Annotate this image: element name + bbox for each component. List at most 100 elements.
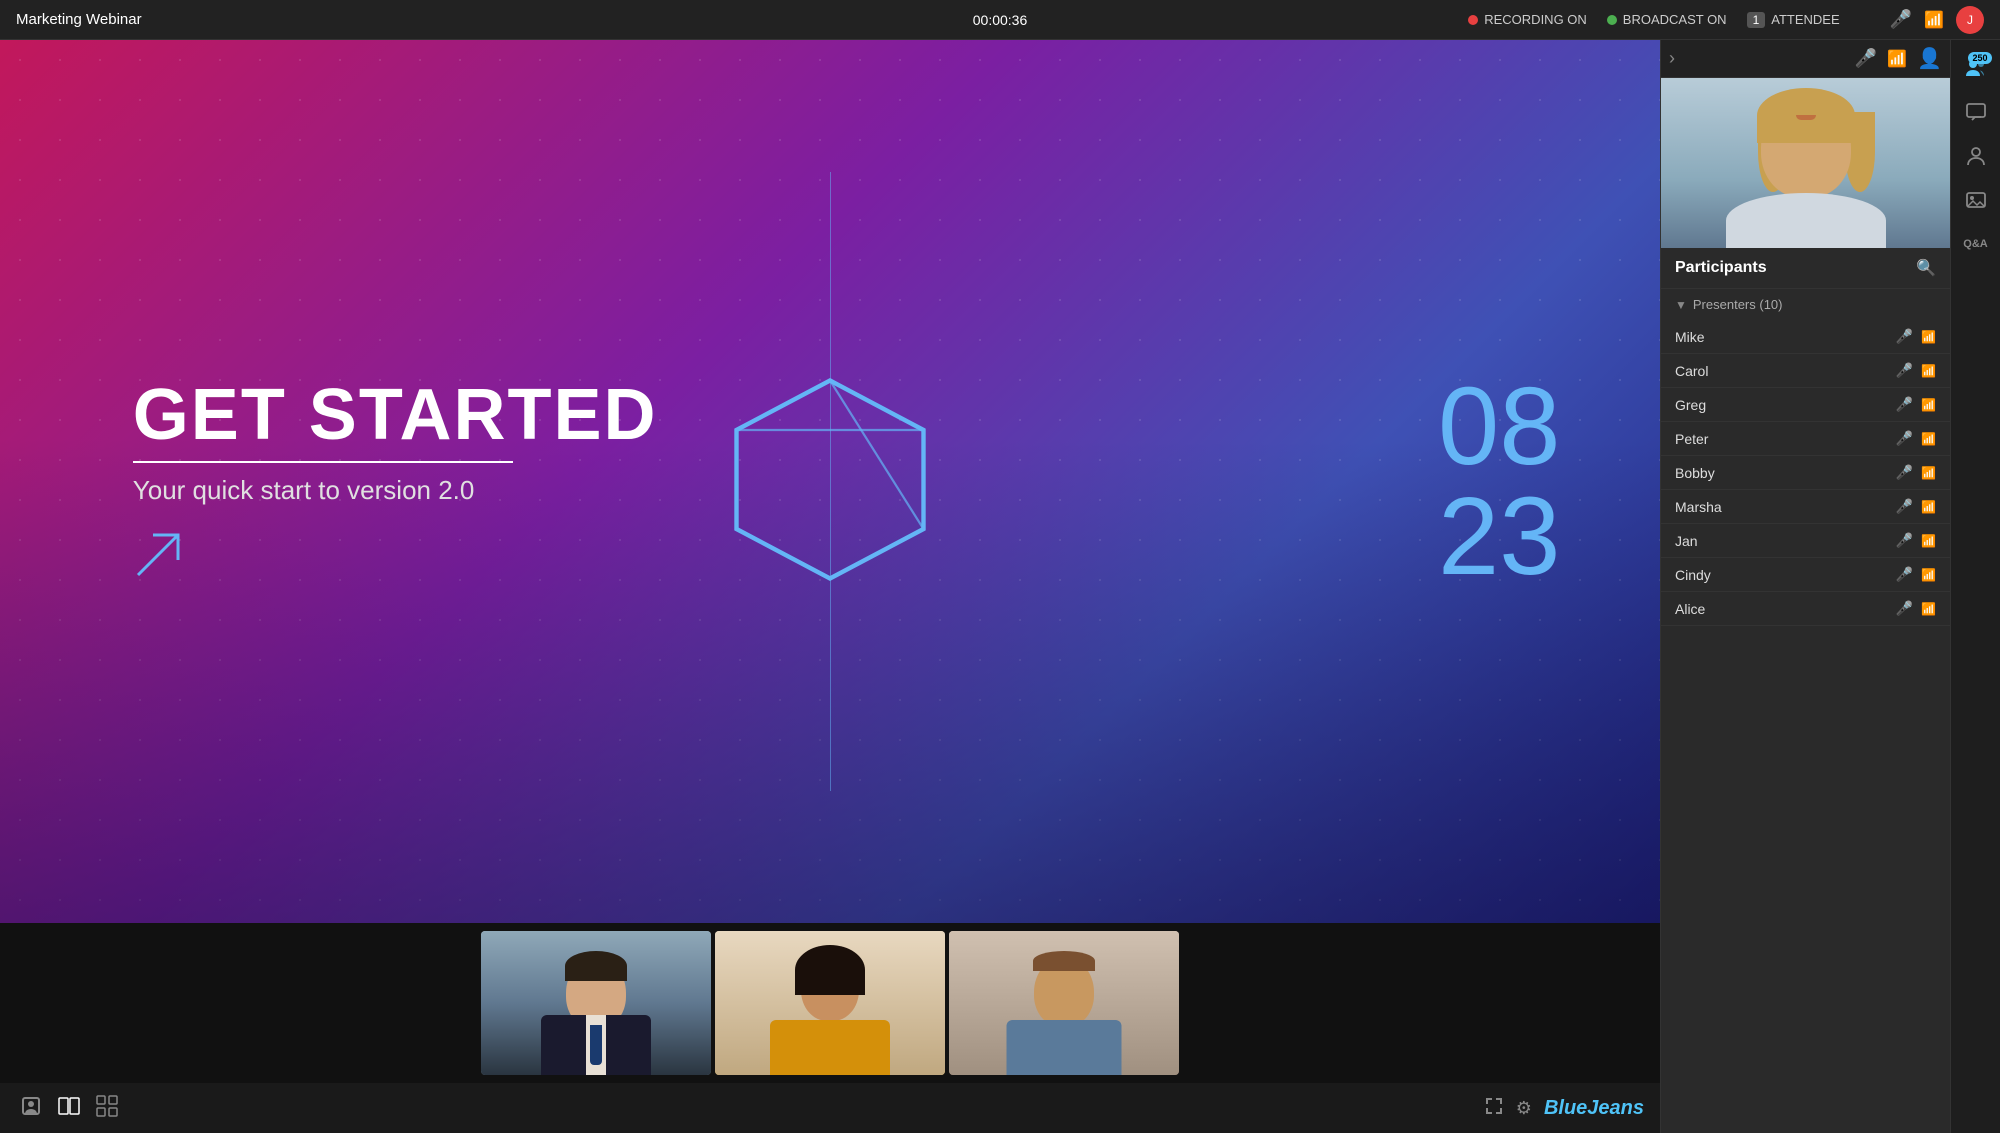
broadcast-dot <box>1607 15 1617 25</box>
view-mode-icons <box>16 1091 122 1126</box>
thumbnail-person-2[interactable] <box>715 931 945 1075</box>
participant-greg-mic-icon: 🎤 <box>1896 396 1913 413</box>
participant-name-marsha: Marsha <box>1675 499 1888 515</box>
sidebar-top-row: › 🎤 📶 👤 <box>1661 40 1950 78</box>
slide-main-title: GET STARTED <box>133 379 658 451</box>
participant-mike-signal-icon: 📶 <box>1921 330 1936 344</box>
user-avatar: J <box>1956 6 1984 34</box>
participant-carol-signal-icon: 📶 <box>1921 364 1936 378</box>
webinar-title: Marketing Webinar <box>16 11 142 28</box>
participant-peter-signal-icon: 📶 <box>1921 432 1936 446</box>
signal-icon: 📶 <box>1924 10 1944 30</box>
top-bar: Marketing Webinar 00:00:36 RECORDING ON … <box>0 0 2000 40</box>
grid-view-icon[interactable] <box>92 1091 122 1126</box>
participant-marsha-signal-icon: 📶 <box>1921 500 1936 514</box>
participant-name-alice: Alice <box>1675 601 1888 617</box>
qa-label: Q&A <box>1963 238 1987 250</box>
sidebar-person-icon[interactable]: 👤 <box>1917 46 1942 71</box>
participant-name-carol: Carol <box>1675 363 1888 379</box>
participant-name-mike: Mike <box>1675 329 1888 345</box>
presenters-group-header[interactable]: ▼ Presenters (10) <box>1661 289 1950 320</box>
fullscreen-button[interactable] <box>1484 1096 1504 1121</box>
right-sidebar: › 🎤 📶 👤 <box>1660 40 1950 1133</box>
participants-search-icon[interactable]: 🔍 <box>1916 258 1936 278</box>
presenters-chevron-icon: ▼ <box>1675 298 1687 312</box>
presenters-group-label: Presenters (10) <box>1693 297 1783 312</box>
slide-arrow-icon <box>133 530 183 580</box>
presenters-group: ▼ Presenters (10) Mike 🎤 📶 Carol 🎤 📶 Gre… <box>1661 289 1950 1133</box>
jan-video-thumbnail <box>1661 78 1950 248</box>
session-timer: 00:00:36 <box>973 12 1028 28</box>
attendee-label: ATTENDEE <box>1771 12 1839 27</box>
participant-greg-signal-icon: 📶 <box>1921 398 1936 412</box>
thumbnail-person-1[interactable] <box>481 931 711 1075</box>
participant-jan-mic-icon: 🎤 <box>1896 532 1913 549</box>
slide-background: GET STARTED Your quick start to version … <box>0 40 1660 923</box>
participant-row-alice[interactable]: Alice 🎤 📶 <box>1661 592 1950 626</box>
settings-button[interactable]: ⚙ <box>1516 1098 1532 1119</box>
nav-attendees-button[interactable]: 250 <box>1958 50 1994 86</box>
participant-name-peter: Peter <box>1675 431 1888 447</box>
sidebar-collapse-button[interactable]: › <box>1669 48 1675 69</box>
participant-jan-signal-icon: 📶 <box>1921 534 1936 548</box>
recording-label: RECORDING ON <box>1484 12 1587 27</box>
mic-mute-icon[interactable]: 🎤 <box>1890 9 1912 30</box>
slide-number-2: 23 <box>1438 482 1560 592</box>
participant-carol-mic-icon: 🎤 <box>1896 362 1913 379</box>
slide-number-1: 08 <box>1438 372 1560 482</box>
participant-row-mike[interactable]: Mike 🎤 📶 <box>1661 320 1950 354</box>
two-view-icon[interactable] <box>54 1091 84 1126</box>
participant-bobby-signal-icon: 📶 <box>1921 466 1936 480</box>
broadcast-label: BROADCAST ON <box>1623 12 1727 27</box>
participant-cindy-mic-icon: 🎤 <box>1896 566 1913 583</box>
participant-marsha-mic-icon: 🎤 <box>1896 498 1913 515</box>
participant-row-carol[interactable]: Carol 🎤 📶 <box>1661 354 1950 388</box>
participants-panel-header: Participants 🔍 <box>1661 248 1950 289</box>
top-bar-controls: 🎤 📶 J <box>1890 6 1984 34</box>
attendees-badge: 250 <box>1968 52 1991 64</box>
participant-name-greg: Greg <box>1675 397 1888 413</box>
broadcast-indicator: BROADCAST ON <box>1607 12 1727 27</box>
thumbnails-bar <box>0 923 1660 1083</box>
attendee-number: 1 <box>1747 12 1766 28</box>
single-view-icon[interactable] <box>16 1091 46 1126</box>
participant-row-marsha[interactable]: Marsha 🎤 📶 <box>1661 490 1950 524</box>
participant-row-jan[interactable]: Jan 🎤 📶 <box>1661 524 1950 558</box>
nav-qa-button[interactable]: Q&A <box>1958 226 1994 262</box>
content-area: GET STARTED Your quick start to version … <box>0 40 1660 1133</box>
slide-divider <box>133 461 513 463</box>
hexagon-icon <box>720 369 940 589</box>
thumbnail-person-3[interactable] <box>949 931 1179 1075</box>
presentation-area: GET STARTED Your quick start to version … <box>0 40 1660 923</box>
slide-subtitle: Your quick start to version 2.0 <box>133 475 658 506</box>
participant-cindy-signal-icon: 📶 <box>1921 568 1936 582</box>
status-indicators: RECORDING ON BROADCAST ON 1 ATTENDEE <box>1468 12 1839 28</box>
nav-chat-button[interactable] <box>1958 94 1994 130</box>
participants-title: Participants <box>1675 259 1767 277</box>
slide-numbers: 08 23 <box>1438 372 1560 592</box>
slide-text-content: GET STARTED Your quick start to version … <box>133 379 658 585</box>
main-layout: GET STARTED Your quick start to version … <box>0 40 2000 1133</box>
participant-alice-mic-icon: 🎤 <box>1896 600 1913 617</box>
sidebar-signal-icon: 📶 <box>1887 49 1907 69</box>
nav-media-button[interactable] <box>1958 182 1994 218</box>
bottom-right-controls: ⚙ BlueJeans <box>1484 1096 1644 1121</box>
participant-row-greg[interactable]: Greg 🎤 📶 <box>1661 388 1950 422</box>
participant-name-bobby: Bobby <box>1675 465 1888 481</box>
participant-row-peter[interactable]: Peter 🎤 📶 <box>1661 422 1950 456</box>
bottom-controls-bar: ⚙ BlueJeans <box>0 1083 1660 1133</box>
participant-name-jan: Jan <box>1675 533 1888 549</box>
sidebar-top-icons: 🎤 📶 👤 <box>1855 46 1942 71</box>
participant-alice-signal-icon: 📶 <box>1921 602 1936 616</box>
participant-mike-mic-icon: 🎤 <box>1896 328 1913 345</box>
participant-row-bobby[interactable]: Bobby 🎤 📶 <box>1661 456 1950 490</box>
nav-participants-button[interactable] <box>1958 138 1994 174</box>
bluejeans-logo: BlueJeans <box>1544 1097 1644 1120</box>
sidebar-nav: 250 Q&A <box>1950 40 2000 1133</box>
sidebar-mic-icon[interactable]: 🎤 <box>1855 48 1877 69</box>
participant-bobby-mic-icon: 🎤 <box>1896 464 1913 481</box>
participant-peter-mic-icon: 🎤 <box>1896 430 1913 447</box>
participant-row-cindy[interactable]: Cindy 🎤 📶 <box>1661 558 1950 592</box>
recording-dot <box>1468 15 1478 25</box>
participant-name-cindy: Cindy <box>1675 567 1888 583</box>
